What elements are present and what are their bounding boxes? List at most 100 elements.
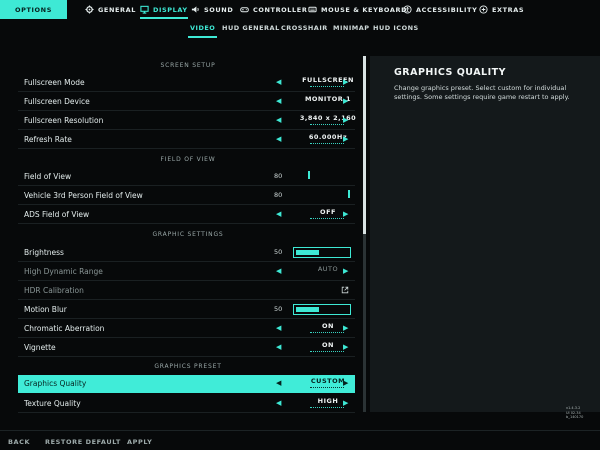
setting-label: Vignette	[24, 343, 56, 352]
subtab-hud-icons[interactable]: HUD ICONS	[373, 24, 419, 32]
apply-button[interactable]: APPLY	[127, 438, 152, 446]
arrow-right-icon[interactable]: ▶	[343, 116, 348, 124]
tab-extras[interactable]: EXTRAS	[479, 0, 524, 19]
subtab-minimap[interactable]: MINIMAP	[333, 24, 370, 32]
section-header-graphic-settings: GRAPHIC SETTINGS	[152, 231, 224, 238]
setting-row-ads-fov[interactable]: ADS Field of View ◀ OFF ▶	[18, 206, 355, 224]
info-panel: GRAPHICS QUALITY Change graphics preset.…	[370, 56, 600, 412]
setting-row-high-dynamic-range[interactable]: High Dynamic Range ◀ AUTO ▶	[18, 263, 355, 281]
monitor-icon	[140, 5, 149, 14]
setting-label: HDR Calibration	[24, 286, 84, 295]
setting-value: CUSTOM	[310, 377, 346, 385]
setting-value: FULLSCREEN	[302, 76, 354, 84]
tab-display[interactable]: DISPLAY	[140, 0, 188, 19]
setting-label: Fullscreen Device	[24, 97, 90, 106]
setting-label: Brightness	[24, 248, 64, 257]
setting-value: HIGH	[317, 397, 339, 405]
setting-value: AUTO	[317, 265, 339, 273]
tab-controller-label: CONTROLLER	[253, 5, 308, 14]
sub-navigation-bar: VIDEO HUD GENERAL CROSSHAIR MINIMAP HUD …	[0, 19, 600, 39]
gamepad-icon	[240, 7, 249, 13]
setting-value: MONITOR 1	[304, 95, 352, 103]
slider-fill	[296, 307, 320, 312]
setting-value: 50	[274, 305, 283, 313]
arrow-right-icon[interactable]: ▶	[343, 399, 348, 407]
setting-row-vignette[interactable]: Vignette ◀ ON ▶	[18, 339, 355, 357]
top-navigation-bar: OPTIONS GENERAL DISPLAY SOUND CONTROLLER…	[0, 0, 600, 19]
setting-row-vehicle-fov[interactable]: Vehicle 3rd Person Field of View 80	[18, 187, 355, 205]
tab-general[interactable]: GENERAL	[85, 0, 136, 19]
tab-extras-label: EXTRAS	[492, 5, 525, 14]
version-text: v1.4.3.2 UI 02.34 b_140170	[566, 406, 583, 420]
setting-row-chromatic-aberration[interactable]: Chromatic Aberration ◀ ON ▶	[18, 320, 355, 338]
arrow-left-icon[interactable]: ◀	[276, 135, 281, 143]
setting-row-hdr-calibration[interactable]: HDR Calibration	[18, 282, 355, 300]
settings-list: SCREEN SETUP Fullscreen Mode ◀ FULLSCREE…	[18, 56, 358, 416]
option-indicator	[310, 332, 344, 333]
setting-row-motion-blur[interactable]: Motion Blur 50	[18, 301, 355, 319]
motion-blur-slider[interactable]	[293, 304, 351, 315]
arrow-left-icon[interactable]: ◀	[276, 399, 281, 407]
setting-label: Fullscreen Resolution	[24, 116, 104, 125]
arrow-left-icon[interactable]: ◀	[276, 210, 281, 218]
setting-row-fullscreen-mode[interactable]: Fullscreen Mode ◀ FULLSCREEN ▶	[18, 74, 355, 92]
setting-value: 80	[274, 191, 283, 199]
setting-row-refresh-rate[interactable]: Refresh Rate ◀ 60.000Hz ▶	[18, 131, 355, 149]
tab-display-label: DISPLAY	[153, 5, 188, 14]
arrow-right-icon[interactable]: ▶	[343, 343, 348, 351]
slider-handle[interactable]	[308, 171, 310, 179]
arrow-left-icon[interactable]: ◀	[276, 97, 281, 105]
options-title: OPTIONS	[0, 0, 67, 19]
setting-value: ON	[322, 341, 334, 349]
section-header-field-of-view: FIELD OF VIEW	[160, 156, 216, 163]
option-indicator	[310, 218, 344, 219]
setting-row-fullscreen-resolution[interactable]: Fullscreen Resolution ◀ 3,840 x 2,160 ▶	[18, 112, 357, 130]
setting-value: 50	[274, 248, 283, 256]
arrow-left-icon[interactable]: ◀	[276, 78, 281, 86]
setting-label: Texture Quality	[24, 399, 81, 408]
back-button[interactable]: BACK	[8, 438, 30, 446]
setting-label: Refresh Rate	[24, 135, 72, 144]
option-indicator	[310, 86, 344, 87]
subtab-crosshair[interactable]: CROSSHAIR	[281, 24, 328, 32]
arrow-right-icon[interactable]: ▶	[343, 379, 348, 387]
scrollbar-thumb[interactable]	[363, 56, 366, 234]
setting-value: ON	[322, 322, 334, 330]
setting-row-brightness[interactable]: Brightness 50	[18, 244, 355, 262]
tab-sound[interactable]: SOUND	[191, 0, 233, 19]
setting-row-texture-quality[interactable]: Texture Quality ◀ HIGH ▶	[18, 395, 355, 413]
info-title: GRAPHICS QUALITY	[394, 67, 507, 78]
setting-value: 60.000Hz	[308, 133, 348, 141]
tab-mouse-keyboard[interactable]: MOUSE & KEYBOARD	[308, 0, 407, 19]
arrow-right-icon[interactable]: ▶	[343, 267, 348, 275]
setting-row-graphics-quality[interactable]: Graphics Quality ◀ CUSTOM ▶	[18, 375, 355, 393]
tab-controller[interactable]: CONTROLLER	[240, 0, 307, 19]
setting-label: Motion Blur	[24, 305, 67, 314]
setting-label: Vehicle 3rd Person Field of View	[24, 191, 143, 200]
setting-row-field-of-view[interactable]: Field of View 80	[18, 168, 355, 186]
arrow-right-icon[interactable]: ▶	[343, 97, 348, 105]
arrow-right-icon[interactable]: ▶	[343, 210, 348, 218]
restore-default-button[interactable]: RESTORE DEFAULT	[45, 438, 121, 446]
arrow-left-icon[interactable]: ◀	[276, 324, 281, 332]
setting-label: ADS Field of View	[24, 210, 90, 219]
section-header-screen-setup: SCREEN SETUP	[160, 62, 216, 69]
slider-handle[interactable]	[348, 190, 350, 198]
setting-value: 80	[274, 172, 283, 180]
arrow-left-icon[interactable]: ◀	[276, 116, 281, 124]
arrow-left-icon[interactable]: ◀	[276, 267, 281, 275]
setting-label: Chromatic Aberration	[24, 324, 105, 333]
setting-row-fullscreen-device[interactable]: Fullscreen Device ◀ MONITOR 1 ▶	[18, 93, 355, 111]
arrow-left-icon[interactable]: ◀	[276, 379, 281, 387]
brightness-slider[interactable]	[293, 247, 351, 258]
arrow-right-icon[interactable]: ▶	[343, 324, 348, 332]
subtab-video[interactable]: VIDEO	[187, 24, 218, 38]
arrow-left-icon[interactable]: ◀	[276, 343, 281, 351]
arrow-right-icon[interactable]: ▶	[343, 135, 348, 143]
subtab-hud-general[interactable]: HUD GENERAL	[222, 24, 280, 32]
tab-accessibility[interactable]: ACCESSIBILITY	[403, 0, 477, 19]
setting-value: 3,840 x 2,160	[299, 114, 357, 122]
external-link-icon[interactable]	[341, 286, 349, 294]
mouse-icon	[308, 6, 317, 13]
arrow-right-icon[interactable]: ▶	[343, 78, 348, 86]
